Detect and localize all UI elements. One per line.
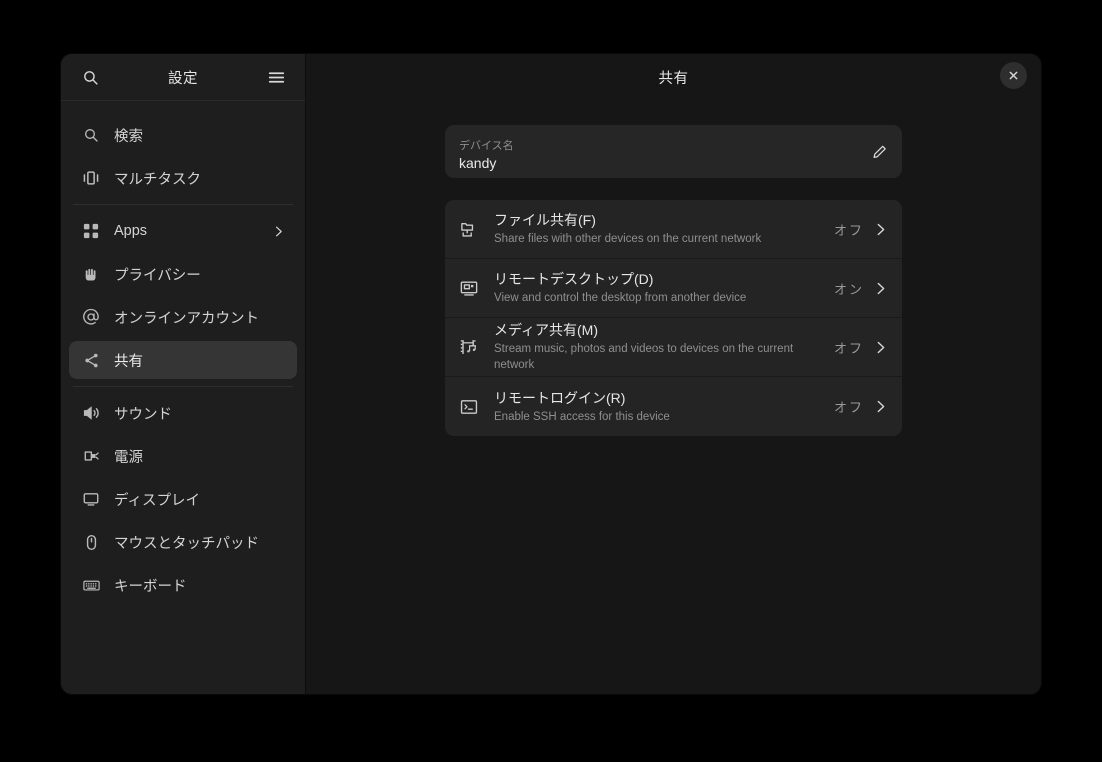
remote-login-terminal-icon [457,395,481,419]
pencil-edit-icon[interactable] [871,143,888,160]
list-item-title: リモートログイン(R) [494,389,626,406]
list-item-subtitle: View and control the desktop from anothe… [494,292,747,304]
list-item-file-sharing[interactable]: ファイル共有(F) Share files with other devices… [445,200,902,259]
apps-grid-icon [80,220,102,242]
privacy-hand-icon [80,263,102,285]
list-item-media-sharing[interactable]: メディア共有(M) Stream music, photos and video… [445,318,902,377]
chevron-right-icon [272,225,285,238]
sidebar-item-label: 電源 [114,449,143,466]
hamburger-menu-icon[interactable] [261,62,291,92]
sidebar-item-label: キーボード [114,578,187,595]
content-panel: 共有 デバイス名 kandy ファイル共有(F) Share files wit… [306,54,1041,694]
sidebar-item-label: サウンド [114,406,172,423]
status-badge: オフ [833,222,864,238]
sidebar-item-label: Apps [114,223,148,239]
close-icon[interactable] [1000,62,1027,89]
sidebar-item-label: オンラインアカウント [114,310,259,327]
sidebar-item-keyboard[interactable]: キーボード [69,566,297,604]
display-monitor-icon [80,488,102,510]
battery-power-icon [80,445,102,467]
content-header: 共有 [306,54,1041,101]
remote-desktop-icon [457,276,481,300]
device-name-value: kandy [459,154,497,171]
list-item-subtitle: Share files with other devices on the cu… [494,233,762,245]
list-item-remote-desktop[interactable]: リモートデスクトップ(D) View and control the deskt… [445,259,902,318]
search-icon [80,124,102,146]
sidebar-item-label: ディスプレイ [114,492,200,509]
sidebar-divider [73,204,293,205]
settings-window: 設定 検索 マルチタスク Apps プライバシー オンラインアカウント 共有 サ… [61,54,1041,694]
sidebar-item-privacy[interactable]: プライバシー [69,255,297,293]
sidebar-item-label: 共有 [114,353,143,370]
list-item-text: リモートログイン(R) Enable SSH access for this d… [494,389,834,425]
share-nodes-icon [80,349,102,371]
list-item-text: メディア共有(M) Stream music, photos and video… [494,321,834,373]
at-sign-icon [80,306,102,328]
sidebar-item-apps[interactable]: Apps [69,212,297,250]
sidebar-item-label: 検索 [114,128,143,145]
search-icon[interactable] [75,62,105,92]
list-item-remote-login[interactable]: リモートログイン(R) Enable SSH access for this d… [445,377,902,436]
list-item-subtitle: Enable SSH access for this device [494,410,670,423]
content-title: 共有 [658,71,689,87]
list-item-text: リモートデスクトップ(D) View and control the deskt… [494,270,834,306]
sidebar-item-search[interactable]: 検索 [69,116,297,154]
sidebar-item-label: マルチタスク [114,171,201,188]
status-badge: オフ [833,340,864,356]
sidebar-nav-list[interactable]: 検索 マルチタスク Apps プライバシー オンラインアカウント 共有 サウンド… [61,101,305,694]
list-item-title: リモートデスクトップ(D) [494,271,654,287]
sidebar-item-sound[interactable]: サウンド [69,394,297,432]
sidebar-item-mouse-touchpad[interactable]: マウスとタッチパッド [69,523,297,561]
sidebar: 設定 検索 マルチタスク Apps プライバシー オンラインアカウント 共有 サ… [61,54,306,694]
list-item-text: ファイル共有(F) Share files with other devices… [494,211,834,247]
list-item-subtitle: Stream music, photos and videos to devic… [494,343,794,371]
chevron-right-icon[interactable] [873,399,888,414]
sidebar-divider [73,386,293,387]
chevron-right-icon[interactable] [873,340,888,355]
speaker-icon [80,402,102,424]
page-title: 設定 [168,70,198,87]
status-badge: オフ [833,400,864,415]
sidebar-item-power[interactable]: 電源 [69,437,297,475]
sidebar-item-online-accounts[interactable]: オンラインアカウント [69,298,297,336]
sidebar-item-display[interactable]: ディスプレイ [69,480,297,518]
sidebar-header: 設定 [61,54,305,101]
file-sharing-icon [457,217,481,241]
status-badge: オン [833,281,864,297]
sidebar-item-label: プライバシー [114,267,201,284]
sharing-options-list: ファイル共有(F) Share files with other devices… [445,200,902,436]
sidebar-item-sharing[interactable]: 共有 [69,341,297,379]
sidebar-item-label: マウスとタッチパッド [114,535,259,552]
mouse-icon [80,531,102,553]
desktop-background: 設定 検索 マルチタスク Apps プライバシー オンラインアカウント 共有 サ… [0,0,1102,762]
device-name-field[interactable]: デバイス名 kandy [445,125,902,178]
list-item-title: メディア共有(M) [494,322,599,338]
keyboard-icon [80,574,102,596]
content-body: デバイス名 kandy ファイル共有(F) Share files with o… [306,101,1041,436]
multitask-panels-icon [80,167,102,189]
sidebar-item-multitasking[interactable]: マルチタスク [69,159,297,197]
chevron-right-icon[interactable] [873,222,888,237]
list-item-title: ファイル共有(F) [494,212,596,228]
device-name-label: デバイス名 [459,139,514,152]
chevron-right-icon[interactable] [873,281,888,296]
media-sharing-icon [457,335,481,359]
